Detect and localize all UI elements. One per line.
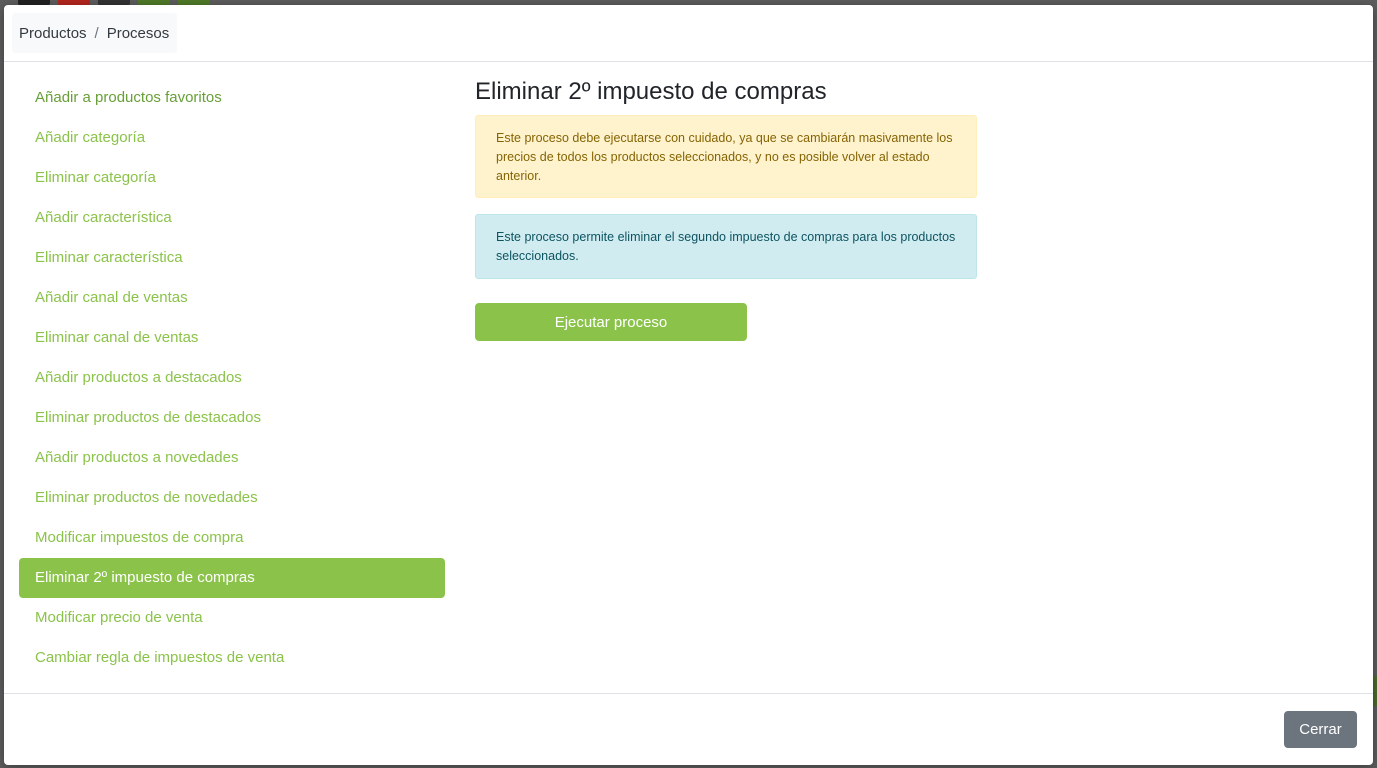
process-item-modify-sale-price[interactable]: Modificar precio de venta xyxy=(19,598,445,638)
close-button[interactable]: Cerrar xyxy=(1284,711,1357,748)
process-item-remove-new-products[interactable]: Eliminar productos de novedades xyxy=(19,478,445,518)
process-item-remove-feature[interactable]: Eliminar característica xyxy=(19,238,445,278)
process-item-add-featured[interactable]: Añadir productos a destacados xyxy=(19,358,445,398)
process-item-remove-second-purchase-tax[interactable]: Eliminar 2º impuesto de compras xyxy=(19,558,445,598)
processes-modal: Productos / Procesos Añadir a productos … xyxy=(4,5,1373,765)
warning-alert: Este proceso debe ejecutarse con cuidado… xyxy=(475,115,977,198)
process-item-remove-featured[interactable]: Eliminar productos de destacados xyxy=(19,398,445,438)
process-item-add-favorites[interactable]: Añadir a productos favoritos xyxy=(19,78,445,118)
process-title: Eliminar 2º impuesto de compras xyxy=(475,78,827,105)
breadcrumb: Productos / Procesos xyxy=(12,13,178,53)
modal-footer: Cerrar xyxy=(4,693,1373,765)
run-process-button[interactable]: Ejecutar proceso xyxy=(475,303,747,341)
breadcrumb-item-procesos: Procesos xyxy=(106,24,170,42)
process-item-add-category[interactable]: Añadir categoría xyxy=(19,118,445,158)
process-item-add-sales-channel[interactable]: Añadir canal de ventas xyxy=(19,278,445,318)
process-item-add-feature[interactable]: Añadir característica xyxy=(19,198,445,238)
process-detail: Eliminar 2º impuesto de compras Este pro… xyxy=(475,75,977,341)
process-list: Añadir a productos favoritos Añadir cate… xyxy=(19,78,445,678)
process-item-add-new-products[interactable]: Añadir productos a novedades xyxy=(19,438,445,478)
process-item-remove-sales-channel[interactable]: Eliminar canal de ventas xyxy=(19,318,445,358)
breadcrumb-item-productos[interactable]: Productos xyxy=(19,25,87,42)
process-item-modify-purchase-tax[interactable]: Modificar impuestos de compra xyxy=(19,518,445,558)
breadcrumb-separator: / xyxy=(94,24,99,42)
process-item-remove-category[interactable]: Eliminar categoría xyxy=(19,158,445,198)
modal-header: Productos / Procesos xyxy=(4,5,1373,62)
process-item-change-sales-tax-rule[interactable]: Cambiar regla de impuestos de venta xyxy=(19,638,445,678)
info-alert: Este proceso permite eliminar el segundo… xyxy=(475,214,977,279)
